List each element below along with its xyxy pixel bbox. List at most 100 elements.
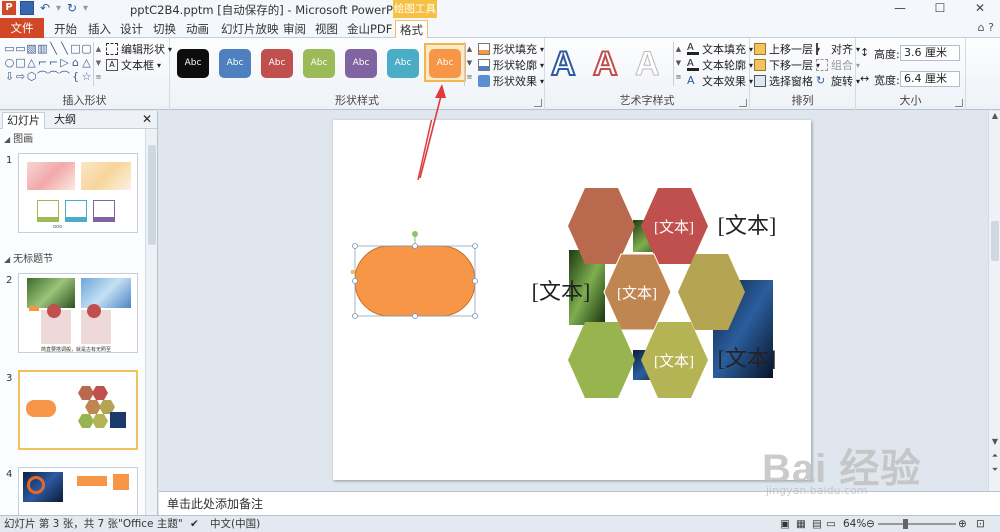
wordart-style-3[interactable]: A: [635, 44, 661, 84]
tab-slideshow[interactable]: 幻灯片放映: [217, 20, 283, 38]
wordart-scroll[interactable]: ▲ ▼ ≡: [673, 42, 683, 86]
shape-styles-scroll[interactable]: ▲ ▼ ≡: [464, 42, 474, 86]
panel-close-icon[interactable]: ✕: [142, 112, 152, 126]
shape-style-thumb[interactable]: Abc: [303, 49, 335, 78]
section-header-untitled[interactable]: ◢ 无标题节: [0, 253, 146, 267]
shape-style-thumb[interactable]: Abc: [177, 49, 209, 78]
edit-shape-button[interactable]: 编辑形状 ▾: [106, 41, 172, 57]
shape-styles-launcher[interactable]: [534, 99, 542, 107]
tab-home[interactable]: 开始: [50, 20, 81, 38]
send-backward-button[interactable]: 下移一层 ▾: [754, 57, 820, 73]
tab-format[interactable]: 格式: [395, 20, 428, 39]
rounded-rectangle-shape[interactable]: [354, 245, 476, 317]
section-header-pictures[interactable]: ◢ 图画: [0, 133, 146, 147]
undo-dropdown-icon[interactable]: ▾: [56, 3, 61, 14]
shape-gallery-item[interactable]: ○: [4, 56, 15, 70]
height-input[interactable]: 3.6 厘米: [900, 45, 960, 61]
shapes-gallery[interactable]: ▭ ▭ ▧ ▥ ╲ ╲ □ ▢ ○ □ △ ⌐ ⌐ ▷ ⌂ △ ⇩ ⇨ ⬡ ⌒ ⌒ ⌒{☆: [4, 42, 92, 86]
tab-slides[interactable]: 幻灯片: [2, 112, 45, 129]
wordart-style-2[interactable]: A: [592, 44, 619, 84]
rotation-handle[interactable]: [412, 231, 418, 237]
shape-gallery-item[interactable]: ⇨: [15, 70, 26, 84]
width-input[interactable]: 6.4 厘米: [900, 71, 960, 87]
fit-to-window-icon[interactable]: ⊡: [976, 516, 985, 532]
zoom-out-icon[interactable]: ⊖: [866, 516, 875, 532]
maximize-button[interactable]: ☐: [920, 0, 960, 18]
close-button[interactable]: ✕: [960, 0, 1000, 18]
shape-effects-button[interactable]: 形状效果 ▾: [478, 73, 544, 89]
text-effects-button[interactable]: A 文本效果 ▾: [687, 73, 753, 89]
slideshow-view-icon[interactable]: ▭: [826, 516, 836, 532]
reading-view-icon[interactable]: ▤: [812, 516, 822, 532]
shape-style-thumb[interactable]: Abc: [429, 49, 461, 78]
tab-review[interactable]: 审阅: [279, 20, 310, 38]
language[interactable]: 中文(中国): [210, 516, 260, 532]
shape-gallery-item[interactable]: △: [81, 56, 92, 70]
shape-gallery-item[interactable]: ⌒: [48, 70, 59, 84]
shape-gallery-item[interactable]: ⌂: [70, 56, 81, 70]
tab-outline[interactable]: 大纲: [50, 112, 80, 129]
shape-style-thumb[interactable]: Abc: [261, 49, 293, 78]
shape-gallery-item[interactable]: ⬡: [26, 70, 37, 84]
shape-gallery-item[interactable]: ▷: [59, 56, 70, 70]
shape-gallery-item[interactable]: ⌒: [37, 70, 48, 84]
hexagon-text[interactable]: [文本]: [654, 219, 694, 236]
text-box-button[interactable]: A 文本框 ▾: [106, 57, 161, 73]
redo-icon[interactable]: ↻: [65, 1, 79, 15]
bring-forward-button[interactable]: 上移一层 ▾: [754, 41, 820, 57]
tab-design[interactable]: 设计: [116, 20, 147, 38]
panel-scroll-thumb[interactable]: [148, 145, 156, 245]
customize-qa-icon[interactable]: ▾: [83, 3, 88, 14]
adjust-handle[interactable]: [351, 270, 355, 274]
slide-sorter-icon[interactable]: ▦: [796, 516, 806, 532]
selection-pane-button[interactable]: 选择窗格: [754, 73, 813, 89]
slide-thumbnail-3[interactable]: [18, 370, 138, 450]
shape-style-thumb[interactable]: Abc: [219, 49, 251, 78]
rotate-button[interactable]: ↻ 旋转 ▾: [816, 73, 860, 89]
text-fill-button[interactable]: A 文本填充 ▾: [687, 41, 753, 57]
scroll-up-arrow[interactable]: ▲: [989, 111, 1000, 120]
tab-view[interactable]: 视图: [311, 20, 342, 38]
undo-icon[interactable]: ↶: [38, 1, 52, 15]
shape-gallery-item[interactable]: □: [15, 56, 26, 70]
shape-gallery-item[interactable]: ▢: [81, 42, 92, 56]
tab-file[interactable]: 文件: [0, 18, 44, 38]
text-outline-button[interactable]: A 文本轮廓 ▾: [687, 57, 753, 73]
shape-gallery-item[interactable]: ▥: [37, 42, 48, 56]
shape-fill-button[interactable]: 形状填充 ▾: [478, 41, 544, 57]
shape-gallery-item[interactable]: ☆: [81, 70, 92, 84]
shape-outline-button[interactable]: 形状轮廓 ▾: [478, 57, 544, 73]
shape-gallery-item[interactable]: ⌒: [59, 70, 70, 84]
outer-text[interactable]: [文本]: [718, 346, 777, 371]
zoom-in-icon[interactable]: ⊕: [958, 516, 967, 532]
wordart-launcher[interactable]: [739, 99, 747, 107]
outer-text[interactable]: [文本]: [718, 213, 777, 238]
shape-gallery-item[interactable]: △: [26, 56, 37, 70]
wordart-style-1[interactable]: A: [550, 44, 577, 84]
canvas-scroll-thumb[interactable]: [991, 221, 999, 261]
hexagon-shape[interactable]: [568, 322, 635, 398]
normal-view-icon[interactable]: ▣: [780, 516, 790, 532]
shape-style-thumb[interactable]: Abc: [345, 49, 377, 78]
shape-gallery-item[interactable]: ▭: [4, 42, 15, 56]
shape-style-thumb[interactable]: Abc: [387, 49, 419, 78]
shape-gallery-item[interactable]: ▧: [26, 42, 37, 56]
zoom-level[interactable]: 64%: [843, 516, 866, 532]
spell-check-icon[interactable]: ✔: [190, 516, 199, 532]
shape-gallery-item[interactable]: ⌐: [48, 56, 59, 70]
group-button[interactable]: 组合 ▾: [816, 57, 860, 73]
shapes-gallery-scroll[interactable]: ▲ ▼ ≡: [93, 42, 103, 86]
zoom-slider[interactable]: [878, 523, 956, 525]
help-icon[interactable]: ⌂ ?: [978, 21, 994, 34]
outer-text[interactable]: [文本]: [532, 279, 591, 304]
shape-gallery-item[interactable]: □: [70, 42, 81, 56]
slide-thumbnail-1[interactable]: ooo: [18, 153, 138, 233]
shape-gallery-item[interactable]: ⇩: [4, 70, 15, 84]
minimize-button[interactable]: —: [880, 0, 920, 18]
slide-thumbnail-2[interactable]: 简直要搭调般，就是古有无照至: [18, 273, 138, 353]
panel-scrollbar[interactable]: [145, 129, 157, 515]
save-icon[interactable]: [20, 1, 34, 15]
powerpoint-logo-icon[interactable]: P: [2, 1, 16, 15]
size-launcher[interactable]: [955, 99, 963, 107]
shape-gallery-item[interactable]: ⌐: [37, 56, 48, 70]
